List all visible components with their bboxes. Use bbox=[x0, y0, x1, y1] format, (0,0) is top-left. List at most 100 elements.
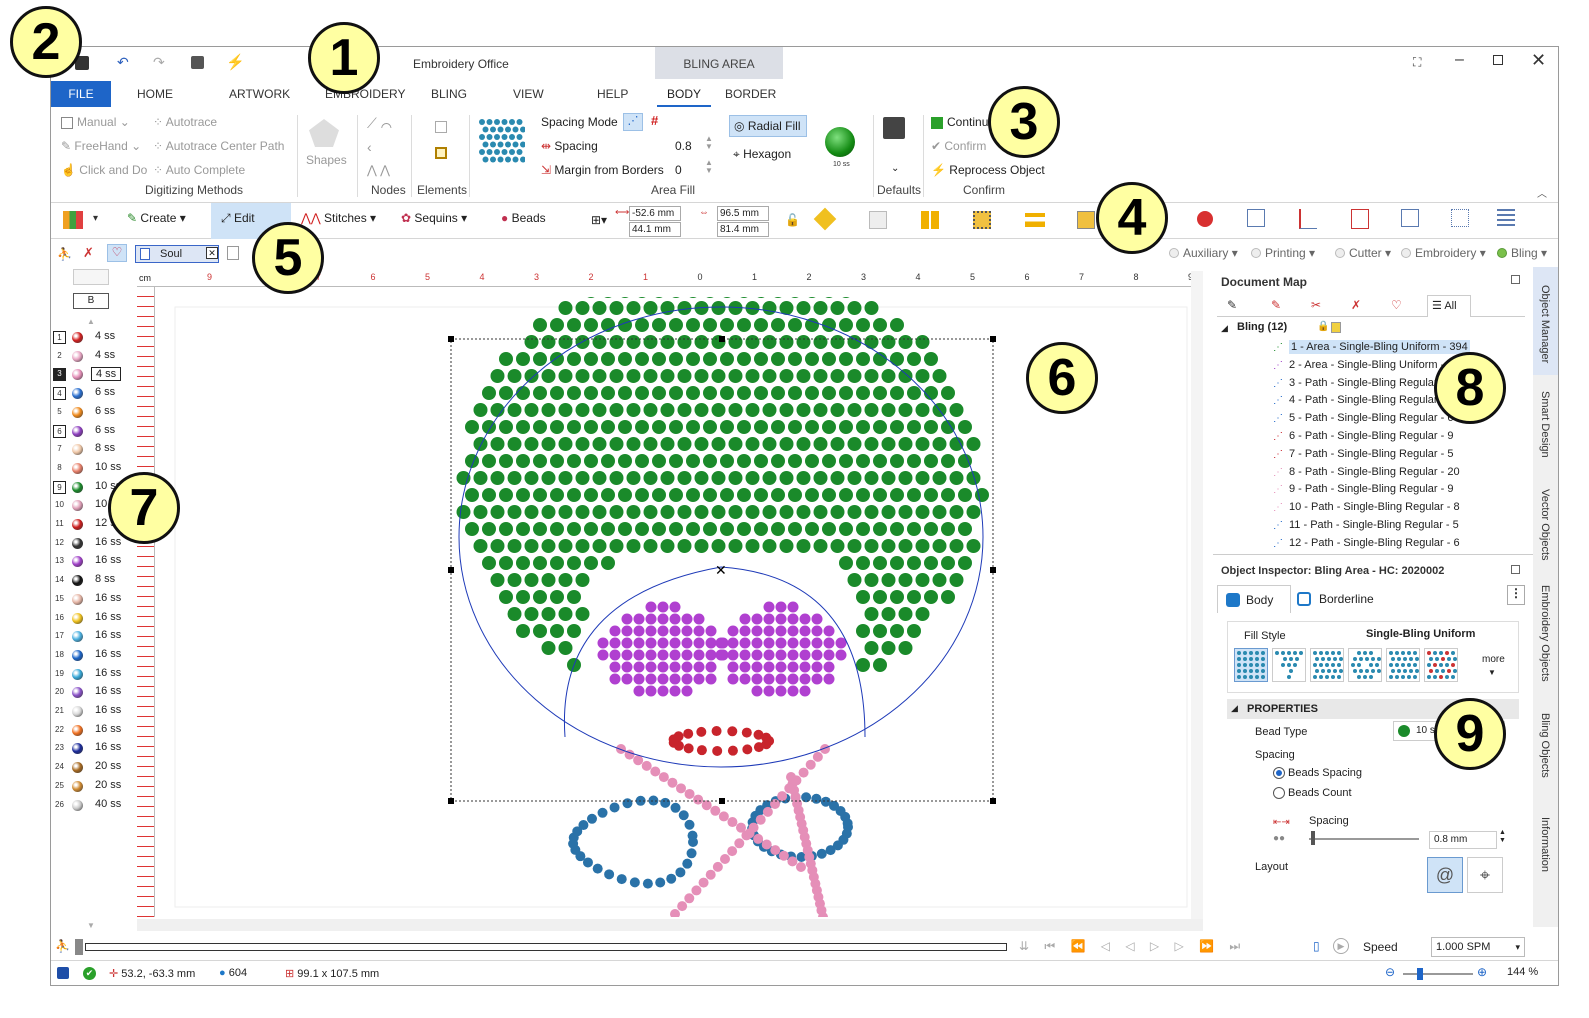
shapes-icon[interactable] bbox=[309, 119, 339, 147]
sequins-button[interactable]: ✿ Sequins ▾ bbox=[401, 211, 467, 225]
thread-item[interactable]: 3 4 ss bbox=[53, 366, 131, 384]
fill-hex-icon[interactable] bbox=[1310, 648, 1344, 682]
clipboard-icon[interactable] bbox=[191, 56, 204, 69]
autotrace-button[interactable]: ⁘ Autotrace bbox=[153, 115, 217, 129]
fill-uniform-icon[interactable] bbox=[1234, 648, 1268, 682]
tree-item[interactable]: ⋰ 8 - Path - Single-Bling Regular - 20 bbox=[1273, 464, 1460, 481]
thread-item[interactable]: 2 4 ss bbox=[53, 348, 131, 366]
side-tab-information[interactable]: Information bbox=[1539, 817, 1551, 872]
spacing-slider-handle[interactable] bbox=[1311, 831, 1315, 845]
tree-collapse-icon[interactable]: ◢ bbox=[1221, 323, 1228, 334]
scroll-up-icon[interactable]: ▲ bbox=[87, 317, 95, 326]
thread-item[interactable]: 18 16 ss bbox=[53, 647, 131, 665]
hexagon-button[interactable]: ⌖ Hexagon bbox=[733, 147, 791, 162]
thread-item[interactable]: 23 16 ss bbox=[53, 740, 131, 758]
layout-hex-icon[interactable]: ⌖ bbox=[1467, 857, 1503, 893]
speed-select[interactable]: 1.000 SPM ▾ bbox=[1431, 937, 1525, 957]
order-icon[interactable] bbox=[1077, 211, 1095, 229]
height-field[interactable]: 81.4 mm bbox=[717, 222, 769, 237]
zoom-slider[interactable] bbox=[1403, 973, 1473, 975]
spacing-spinner-icon[interactable]: ▲ ▼ bbox=[705, 135, 713, 151]
palette-dropdown-icon[interactable]: ▾ bbox=[93, 213, 98, 224]
zoom-icon[interactable] bbox=[1247, 209, 1265, 227]
tree-item[interactable]: ⋰ 10 - Path - Single-Bling Regular - 8 bbox=[1273, 499, 1460, 516]
anchor-icon[interactable]: ⊞▾ bbox=[591, 213, 607, 227]
palette-header[interactable]: B bbox=[73, 293, 109, 309]
panel-maximize-icon[interactable] bbox=[1511, 275, 1520, 284]
thread-item[interactable]: 5 6 ss bbox=[53, 404, 131, 422]
shapes-button[interactable]: Shapes bbox=[306, 153, 347, 167]
filter-all-tab[interactable]: ☰ All bbox=[1427, 295, 1471, 317]
redo-icon[interactable]: ↷ bbox=[153, 54, 165, 71]
tree-root[interactable]: Bling (12) bbox=[1237, 321, 1287, 333]
collapse-ribbon-icon[interactable]: ︿ bbox=[1537, 185, 1547, 200]
beads-button[interactable]: ● Beads bbox=[501, 211, 546, 225]
thread-item[interactable]: 4 6 ss bbox=[53, 385, 131, 403]
element-outline-icon[interactable] bbox=[435, 121, 447, 133]
object-tool-icon[interactable]: ⛹ bbox=[57, 247, 72, 261]
margin-value[interactable]: 0 bbox=[675, 163, 682, 177]
tab-view[interactable]: VIEW bbox=[503, 81, 554, 107]
filter-pen-icon[interactable]: ✎ bbox=[1227, 298, 1237, 312]
borderline-tab[interactable]: Borderline bbox=[1297, 585, 1391, 613]
player-device-icon[interactable]: ▯ bbox=[1313, 939, 1320, 953]
thread-item[interactable]: 17 16 ss bbox=[53, 628, 131, 646]
bling-tool-icon[interactable]: ♡ bbox=[107, 244, 127, 262]
autotrace-center-button[interactable]: ⁘ Autotrace Center Path bbox=[153, 139, 284, 153]
stitches-button[interactable]: ⋀⋀ Stitches ▾ bbox=[301, 211, 376, 225]
side-tab-object-manager[interactable]: Object Manager bbox=[1539, 285, 1551, 363]
tree-item[interactable]: ⋰ 7 - Path - Single-Bling Regular - 5 bbox=[1273, 446, 1453, 463]
thread-item[interactable]: 1 4 ss bbox=[53, 329, 131, 347]
y-position-field[interactable]: 44.1 mm bbox=[629, 222, 681, 237]
zoom-slider-handle[interactable] bbox=[1417, 968, 1423, 980]
resize-handle[interactable] bbox=[448, 567, 454, 573]
fill-triangle-icon[interactable] bbox=[1272, 648, 1306, 682]
side-tab-embroidery-objects[interactable]: Embroidery Objects bbox=[1539, 585, 1551, 682]
progress-track[interactable] bbox=[85, 943, 1007, 951]
thread-item[interactable]: 15 16 ss bbox=[53, 591, 131, 609]
resize-handle[interactable] bbox=[448, 336, 454, 342]
thread-item[interactable]: 7 8 ss bbox=[53, 441, 131, 459]
tab-border[interactable]: BORDER bbox=[715, 81, 786, 107]
minimize-icon[interactable]: – bbox=[1455, 51, 1464, 69]
inspector-menu-icon[interactable]: ⋮ bbox=[1507, 585, 1525, 605]
scroll-down-icon[interactable]: ▼ bbox=[87, 921, 95, 930]
fill-random-icon[interactable] bbox=[1386, 648, 1420, 682]
zoom-list-icon[interactable] bbox=[1497, 209, 1515, 227]
player-controls[interactable]: ⇊ ⏮ ⏪ ◁ ◁ ▷ ▷ ⏩ ⏭ bbox=[1019, 939, 1246, 954]
reprocess-button[interactable]: ⚡ Reprocess Object bbox=[931, 163, 1045, 177]
thread-item[interactable]: 12 16 ss bbox=[53, 535, 131, 553]
thread-item[interactable]: 24 20 ss bbox=[53, 759, 131, 777]
layer-bling[interactable]: Bling ▾ bbox=[1497, 246, 1547, 260]
tree-item[interactable]: ⋰ 4 - Path - Single-Bling Regular - 17 bbox=[1273, 392, 1460, 409]
zoom-in-icon[interactable]: ⊕ bbox=[1477, 965, 1487, 979]
lock-icon[interactable]: 🔒 bbox=[1317, 321, 1329, 332]
thread-item[interactable]: 21 16 ss bbox=[53, 703, 131, 721]
maximize-icon[interactable] bbox=[1493, 55, 1503, 65]
freehand-button[interactable]: ✎ FreeHand ⌄ bbox=[61, 139, 141, 153]
width-field[interactable]: 96.5 mm bbox=[717, 206, 769, 221]
layer-printing[interactable]: Printing ▾ bbox=[1251, 246, 1315, 260]
beads-spacing-radio[interactable]: Beads Spacing bbox=[1273, 767, 1362, 780]
layer-auxiliary[interactable]: Auxiliary ▾ bbox=[1169, 246, 1238, 260]
layer-cutter[interactable]: Cutter ▾ bbox=[1335, 246, 1391, 260]
spacing-value[interactable]: 0.8 bbox=[675, 139, 692, 153]
color-pick-icon[interactable] bbox=[1197, 211, 1213, 227]
design-tab-soul[interactable]: Soul ✕ bbox=[135, 245, 219, 263]
thread-item[interactable]: 6 6 ss bbox=[53, 423, 131, 441]
tree-item[interactable]: ⋰ 6 - Path - Single-Bling Regular - 9 bbox=[1273, 428, 1453, 445]
tree-item[interactable]: ⋰ 12 - Path - Single-Bling Regular - 6 bbox=[1273, 535, 1460, 552]
tree-item[interactable]: ⋰ 3 - Path - Single-Bling Regular - 10 bbox=[1273, 375, 1460, 392]
center-mark-icon[interactable]: ✕ bbox=[715, 563, 727, 579]
beads-count-radio[interactable]: Beads Count bbox=[1273, 787, 1352, 800]
more-dropdown-icon[interactable]: ▼ bbox=[1488, 668, 1496, 677]
resize-handle[interactable] bbox=[719, 336, 725, 342]
tab-help[interactable]: HELP bbox=[587, 81, 638, 107]
new-tab-icon[interactable] bbox=[227, 246, 239, 260]
auto-complete-button[interactable]: ⁘ Auto Complete bbox=[153, 163, 245, 177]
more-fill-styles[interactable]: more bbox=[1482, 654, 1505, 665]
defaults-icon[interactable] bbox=[883, 117, 905, 139]
tree-item[interactable]: ⋰ 1 - Area - Single-Bling Uniform - 394 bbox=[1273, 339, 1470, 356]
thread-item[interactable]: 26 40 ss bbox=[53, 797, 131, 815]
properties-collapse-icon[interactable]: ◢ bbox=[1231, 703, 1238, 714]
